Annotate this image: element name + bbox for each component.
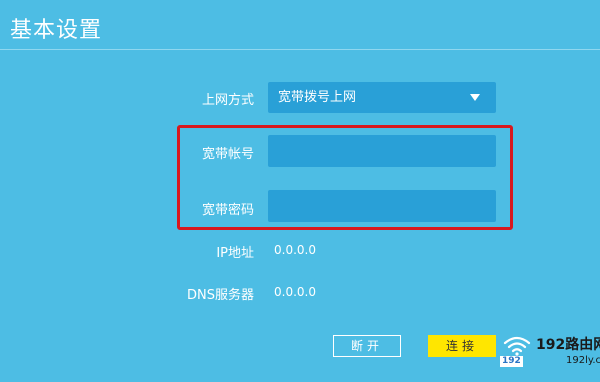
dns-label: DNS服务器 bbox=[187, 288, 254, 303]
disconnect-button[interactable]: 断开 bbox=[333, 335, 401, 357]
connection-type-select[interactable]: 宽带拨号上网 bbox=[268, 82, 496, 113]
ip-label: IP地址 bbox=[216, 246, 254, 261]
dns-value: 0.0.0.0 bbox=[274, 285, 316, 299]
chevron-down-icon bbox=[470, 94, 480, 101]
watermark-url: 192ly.com bbox=[566, 355, 600, 366]
connection-type-label: 上网方式 bbox=[201, 93, 254, 108]
watermark-name: 192路由网 bbox=[536, 337, 600, 353]
connection-type-value: 宽带拨号上网 bbox=[278, 90, 357, 105]
ip-value: 0.0.0.0 bbox=[274, 243, 316, 257]
watermark-badge: 192 bbox=[500, 356, 523, 367]
password-input[interactable] bbox=[268, 190, 496, 222]
password-label: 宽带密码 bbox=[201, 203, 254, 218]
account-label: 宽带帐号 bbox=[201, 147, 254, 162]
wifi-icon bbox=[503, 336, 531, 356]
account-input[interactable] bbox=[268, 135, 496, 167]
title-divider bbox=[0, 49, 600, 50]
page-title: 基本设置 bbox=[10, 18, 103, 43]
watermark-logo: 192路由网 192 192ly.com bbox=[500, 330, 600, 382]
connect-button[interactable]: 连接 bbox=[428, 335, 496, 357]
